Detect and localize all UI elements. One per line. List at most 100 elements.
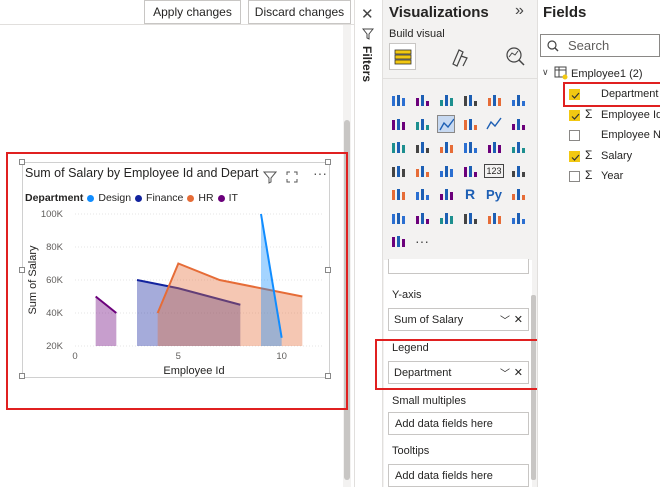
format-visual-icon[interactable] [449,46,471,68]
resize-handle-br[interactable] [325,373,331,379]
legend-marker-finance [135,194,143,202]
y-axis-label: Y-axis [392,289,422,301]
search-input[interactable]: Search [540,34,660,57]
fields-title: Fields [543,4,587,21]
line-column-icon[interactable] [461,115,479,133]
expand-pane-icon[interactable]: » [515,2,524,20]
card-icon[interactable]: 123 [484,162,504,180]
ribbon-chart-icon[interactable] [509,115,527,133]
field-checkbox[interactable] [569,171,580,182]
more-visuals-icon[interactable]: ··· [415,233,429,249]
tooltips-placeholder: Add data fields here [395,469,493,482]
scatter-icon[interactable] [437,138,455,156]
clustered-bar-icon[interactable] [437,91,455,109]
build-visual-tab[interactable] [389,43,416,70]
sigma-icon: Σ [585,147,593,162]
100-column-icon[interactable] [509,91,527,109]
field-label: Salary [601,149,633,162]
field-row[interactable]: Employee Na [567,127,660,143]
stacked-column-icon[interactable] [413,91,431,109]
x-tick-label: 0 [72,351,77,362]
r-visual-icon[interactable]: R [461,185,479,203]
line-clustered-icon[interactable] [485,115,503,133]
donut-chart-icon[interactable] [485,138,503,156]
legend-item-hr[interactable]: HR [198,192,213,204]
100-bar-icon[interactable] [485,91,503,109]
clustered-column-icon[interactable] [461,91,479,109]
field-checkbox[interactable] [569,130,580,141]
y-tick-label: 20K [46,341,64,352]
close-icon[interactable]: ✕ [361,5,374,23]
build-visual-label: Build visual [389,28,445,40]
map-icon[interactable] [389,162,407,180]
area-chart-visual[interactable]: Sum of Salary by Employee Id and Depart … [22,162,330,378]
stacked-bar-icon[interactable] [389,91,407,109]
sigma-icon: Σ [585,168,593,182]
table-visual-icon[interactable] [413,185,431,203]
visual-title: Sum of Salary by Employee Id and Depart [25,166,259,180]
more-options-icon[interactable]: ··· [313,165,327,181]
field-row[interactable]: Σ Year [567,168,660,184]
pie-chart-icon[interactable] [461,138,479,156]
treemap-icon[interactable] [509,138,527,156]
department-highlight [563,82,660,107]
resize-handle-l[interactable] [19,267,25,273]
resize-handle-r[interactable] [325,267,331,273]
field-label: Employee Na [601,129,660,141]
chart-plot-area[interactable]: 100K 80K 60K 40K 20K 0 5 10 Employee Id Sum of Sa… [23,207,329,377]
field-checkbox[interactable] [569,150,580,162]
y-axis-field[interactable]: Sum of Salary ﹀ ✕ [388,308,529,331]
paginated-report-icon[interactable] [461,209,479,227]
field-checkbox[interactable] [569,109,580,121]
small-multiples-placeholder: Add data fields here [395,417,493,430]
field-row[interactable]: Σ Salary [567,148,660,164]
qa-icon[interactable] [413,209,431,227]
resize-handle-tl[interactable] [19,159,25,165]
field-row[interactable]: Σ Employee Id [567,107,660,123]
chevron-down-icon[interactable]: ﹀ [500,312,510,327]
decomposition-tree-icon[interactable] [389,209,407,227]
legend-item-design[interactable]: Design [98,192,131,204]
power-automate-icon[interactable] [509,209,527,227]
area-chart-icon[interactable] [413,115,431,133]
python-visual-icon[interactable]: Py [485,185,503,203]
small-multiples-label: Small multiples [392,395,466,407]
discard-changes-button[interactable]: Discard changes [248,0,351,24]
stacked-area-icon[interactable] [437,114,455,133]
y-tick-label: 80K [46,242,64,253]
get-more-visuals-icon[interactable] [389,232,407,250]
smart-narrative-icon[interactable] [437,209,455,227]
analytics-icon[interactable] [504,45,526,67]
gauge-icon[interactable] [461,162,479,180]
slicer-icon[interactable] [389,185,407,203]
line-chart-icon[interactable] [389,115,407,133]
filter-icon[interactable] [263,170,277,184]
resize-handle-bl[interactable] [19,373,25,379]
azure-map-icon[interactable] [437,162,455,180]
kpi-icon[interactable] [509,162,527,180]
filled-map-icon[interactable] [413,162,431,180]
tooltips-well[interactable]: Add data fields here [388,464,529,487]
waterfall-icon[interactable] [389,138,407,156]
filters-label[interactable]: Filters [360,46,374,82]
matrix-icon[interactable] [437,185,455,203]
chevron-down-icon[interactable]: ∨ [542,67,549,78]
legend-item-it[interactable]: IT [229,192,238,204]
search-icon [547,39,559,51]
sigma-icon: Σ [585,106,593,121]
resize-handle-tr[interactable] [325,159,331,165]
power-apps-icon[interactable] [485,209,503,227]
remove-field-icon[interactable]: ✕ [514,313,523,326]
key-influencers-icon[interactable] [509,185,527,203]
table-icon [554,66,568,80]
table-name[interactable]: Employee1 (2) [571,68,643,80]
y-axis-field-value: Sum of Salary [394,313,464,326]
legend-item-finance[interactable]: Finance [146,192,183,204]
focus-mode-icon[interactable] [285,170,299,184]
y-tick-label: 40K [46,308,64,319]
x-axis-title: Employee Id [163,365,224,377]
apply-changes-button[interactable]: Apply changes [144,0,241,24]
funnel-chart-icon[interactable] [413,138,431,156]
tooltips-label: Tooltips [392,445,430,457]
small-multiples-well[interactable]: Add data fields here [388,412,529,435]
